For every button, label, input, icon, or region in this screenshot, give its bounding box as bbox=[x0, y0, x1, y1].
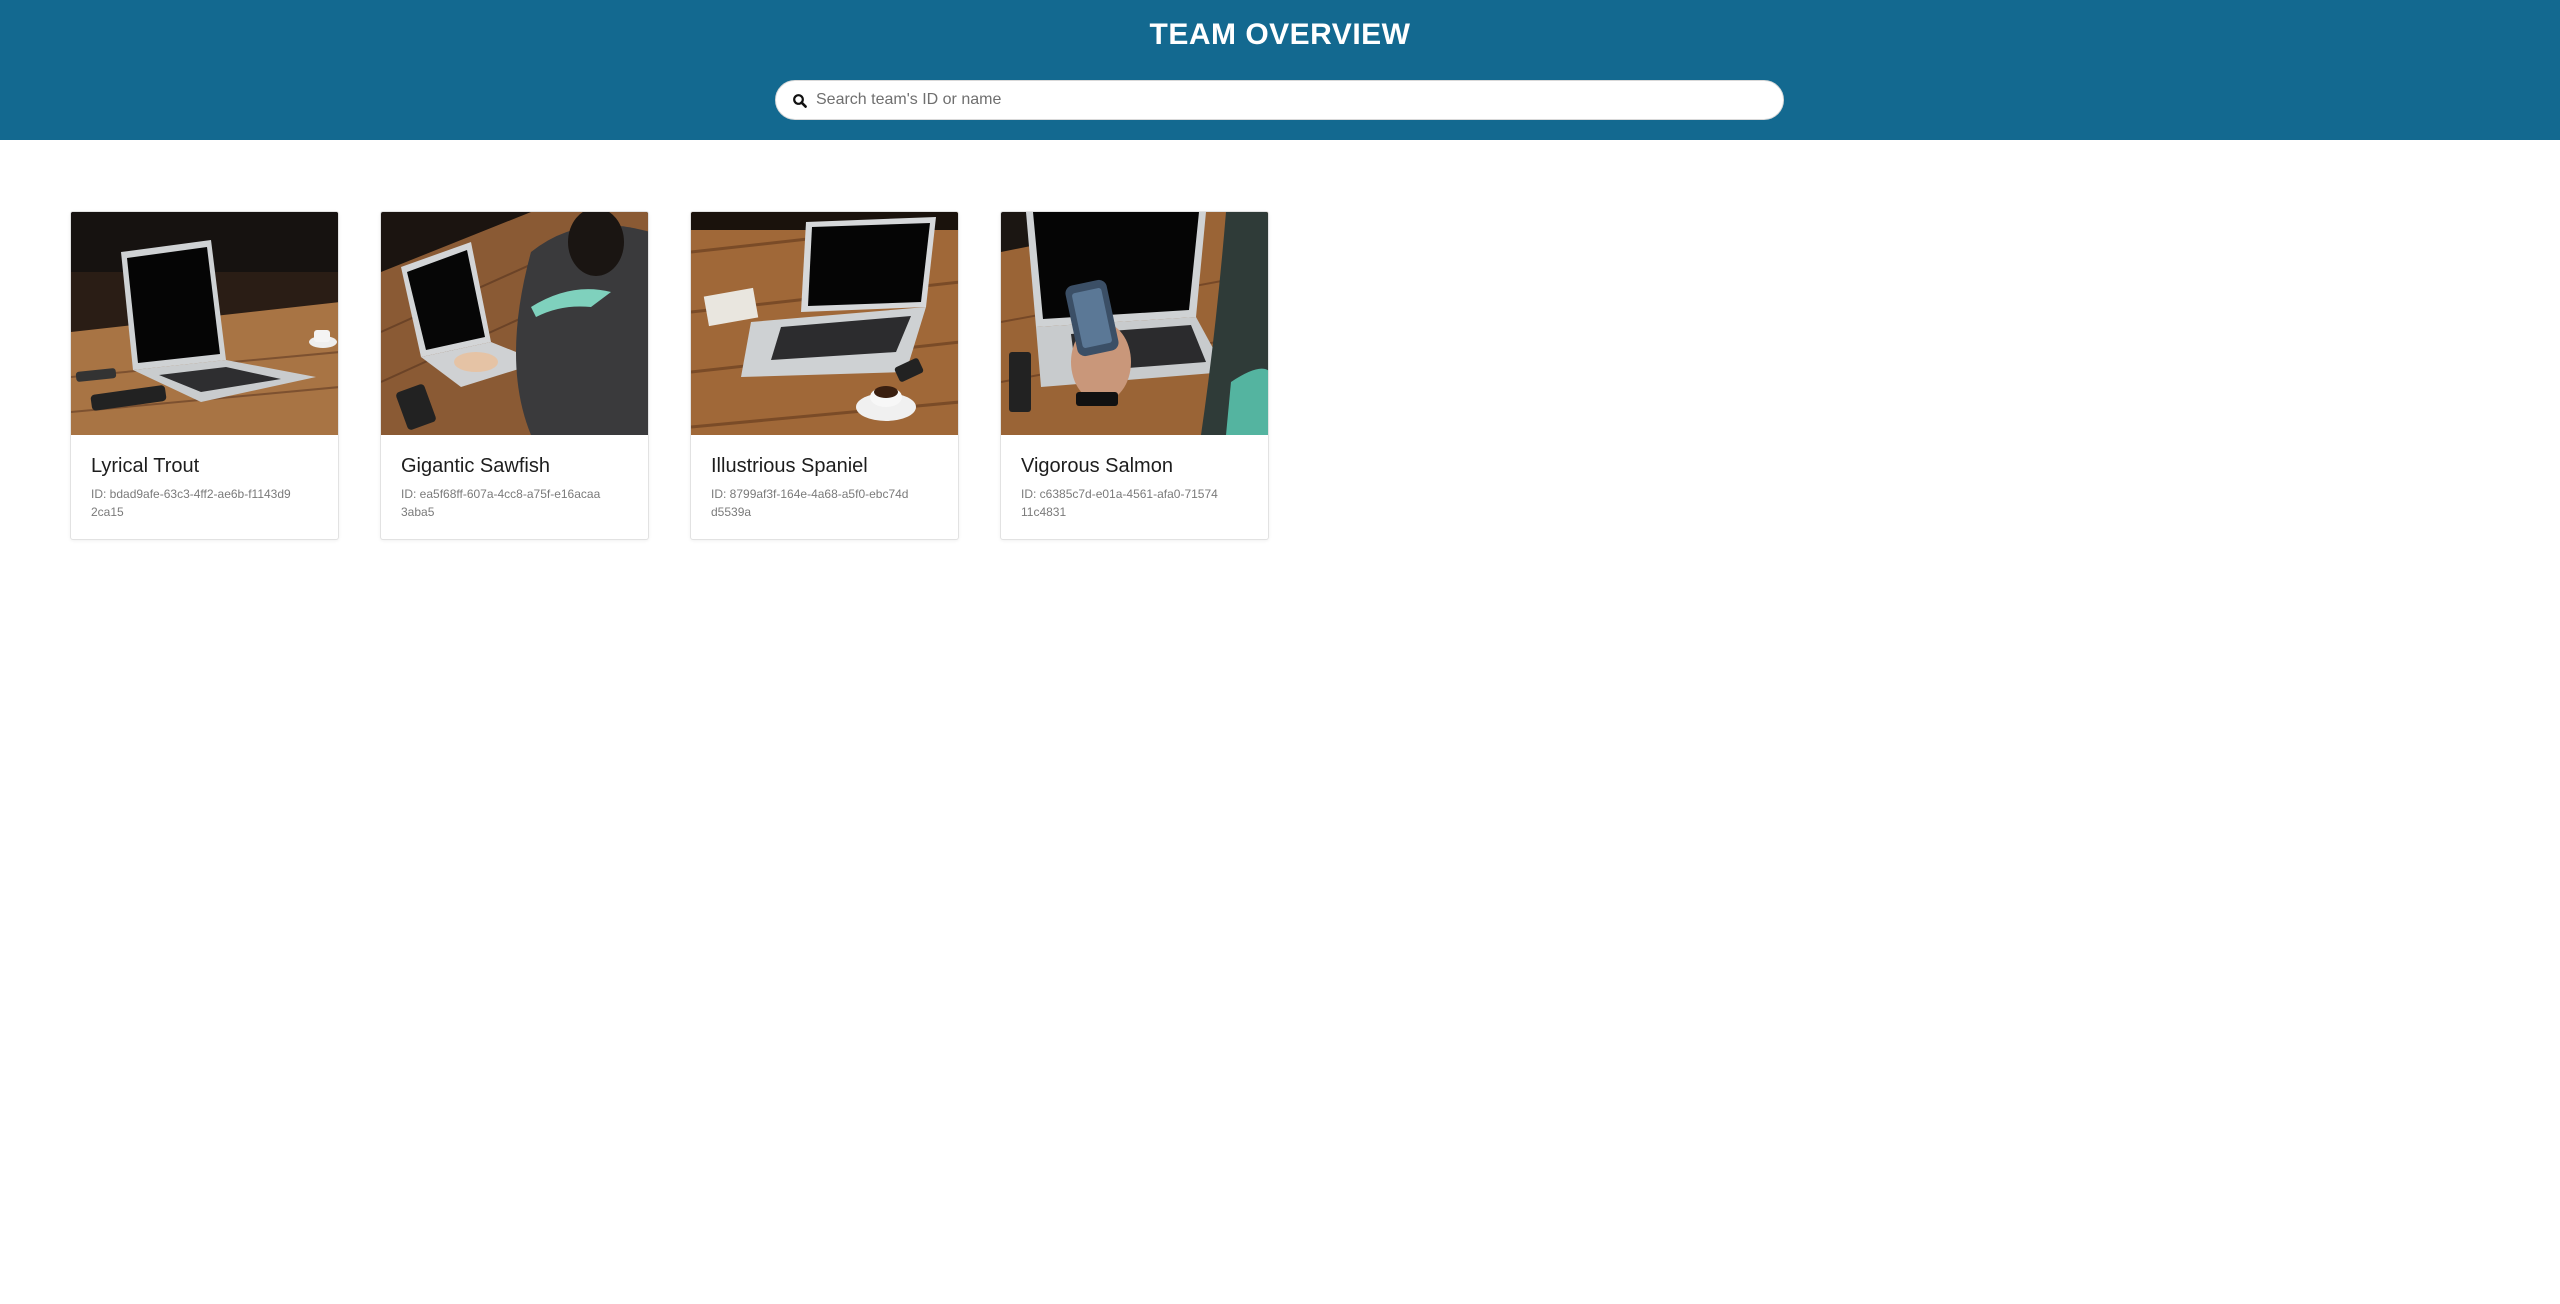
team-name: Illustrious Spaniel bbox=[711, 455, 868, 477]
page-title: TEAM OVERVIEW bbox=[1149, 18, 1411, 51]
team-id: ID: 8799af3f-164e-4a68-a5f0-ebc74dd5539a bbox=[711, 487, 909, 519]
team-card[interactable]: Vigorous Salmon ID: c6385c7d-e01a-4561-a… bbox=[1000, 211, 1269, 540]
team-card[interactable]: Gigantic Sawfish ID: ea5f68ff-607a-4cc8-… bbox=[380, 211, 649, 540]
team-card[interactable]: Lyrical Trout ID: bdad9afe-63c3-4ff2-ae6… bbox=[70, 211, 339, 540]
team-id: ID: ea5f68ff-607a-4cc8-a75f-e16acaa3aba5 bbox=[401, 487, 601, 519]
page-header: TEAM OVERVIEW bbox=[0, 0, 2560, 140]
laptop-photo-icon bbox=[71, 212, 338, 435]
search-box[interactable] bbox=[775, 80, 1784, 120]
team-name: Lyrical Trout bbox=[91, 455, 200, 477]
team-card[interactable]: Illustrious Spaniel ID: 8799af3f-164e-4a… bbox=[690, 211, 959, 540]
team-name: Vigorous Salmon bbox=[1021, 455, 1173, 477]
search-icon bbox=[793, 94, 807, 108]
team-id: ID: c6385c7d-e01a-4561-afa0-7157411c4831 bbox=[1021, 487, 1218, 519]
laptop-coffee-photo-icon bbox=[691, 212, 958, 435]
phone-laptop-photo-icon bbox=[1001, 212, 1268, 435]
search-input[interactable] bbox=[816, 81, 1766, 119]
team-id: ID: bdad9afe-63c3-4ff2-ae6b-f1143d92ca15 bbox=[91, 487, 291, 519]
person-typing-photo-icon bbox=[381, 212, 648, 435]
team-name: Gigantic Sawfish bbox=[401, 455, 550, 477]
